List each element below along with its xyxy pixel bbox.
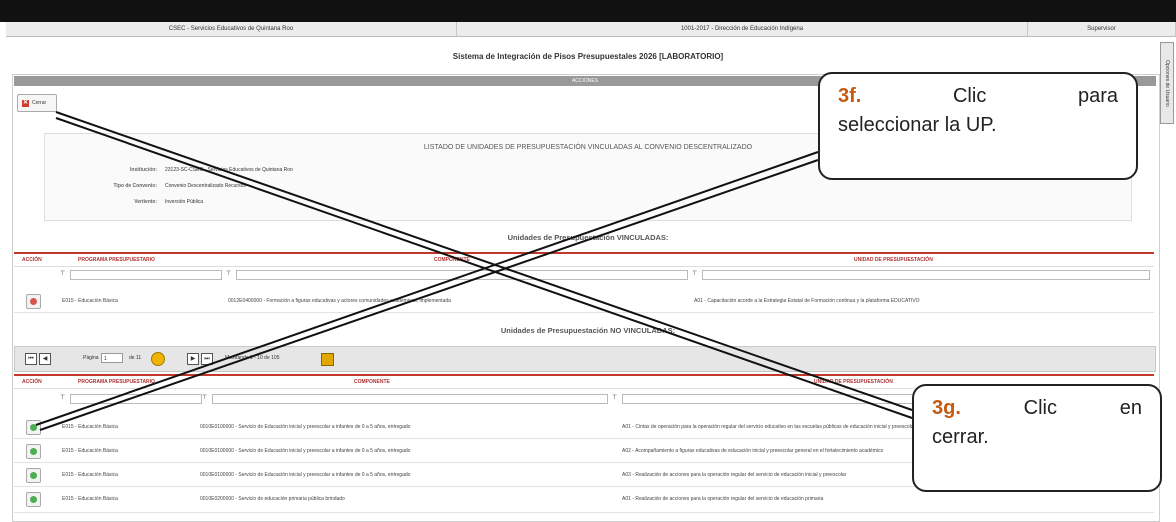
pointer-line (39, 159, 819, 431)
callout-3f: 3f. Clic para seleccionar la UP. (818, 72, 1138, 180)
pointer-line (55, 111, 913, 411)
callout-3g: 3g. Clic en cerrar. (912, 384, 1162, 492)
pointer-line (35, 151, 819, 426)
